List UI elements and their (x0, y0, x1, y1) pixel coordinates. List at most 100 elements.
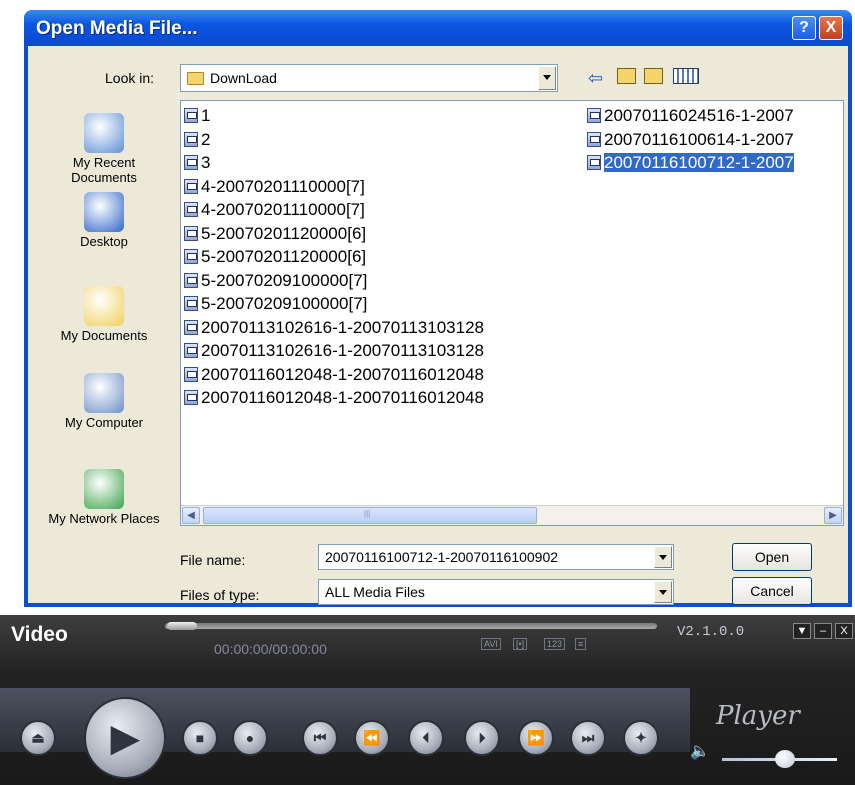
file-type-select[interactable]: ALL Media Files (318, 579, 674, 605)
stop-icon: ■ (195, 730, 205, 746)
up-folder-icon[interactable] (617, 68, 636, 84)
scroll-left-icon[interactable]: ◀ (182, 507, 200, 524)
avi-badge[interactable]: AVI (481, 638, 501, 650)
file-item[interactable]: 5-20070209100000[7] (184, 293, 367, 315)
last-button[interactable]: ⏭ (570, 720, 606, 756)
file-name: 20070113102616-1-20070113103128 (201, 341, 484, 360)
place-my-documents[interactable]: My Documents (28, 286, 180, 343)
volume-knob[interactable] (775, 750, 796, 768)
speaker-icon[interactable]: 🔈 (690, 741, 710, 761)
file-item[interactable]: 20070116100712-1-2007 (587, 152, 794, 174)
last-icon: ⏭ (581, 729, 595, 746)
file-name-label: File name: (180, 552, 246, 568)
eject-button[interactable]: ⏏ (20, 720, 56, 756)
file-name: 5-20070201120000[6] (201, 247, 367, 266)
fast-forward-icon: ⏩ (527, 729, 545, 746)
file-name: 20070116024516-1-2007 (604, 106, 794, 125)
place-label: My Network Places (48, 511, 160, 526)
play-icon: ▶ (111, 717, 139, 758)
chevron-down-icon[interactable] (538, 66, 556, 90)
file-name: 20070116012048-1-20070116012048 (201, 364, 484, 384)
desktop-icon (84, 192, 124, 232)
new-folder-icon[interactable] (644, 68, 663, 84)
stop-button[interactable]: ■ (182, 720, 218, 756)
media-file-icon (184, 131, 198, 147)
file-item[interactable]: 20070113102616-1-20070113103128 (184, 340, 484, 362)
media-player: Video 00:00:00/00:00:00 V2.1.0.0 ▼ – X A… (0, 615, 855, 785)
minimize-icon[interactable]: – (814, 623, 832, 639)
chevron-down-icon[interactable] (654, 581, 672, 603)
media-file-icon (184, 366, 198, 382)
look-in-select[interactable]: DownLoad (180, 64, 558, 92)
scroll-right-icon[interactable]: ▶ (824, 507, 842, 524)
media-file-icon (184, 202, 198, 217)
rewind-button[interactable]: ⏪ (354, 720, 390, 756)
file-name: 5-20070209100000[7] (201, 294, 368, 313)
media-file-icon (184, 225, 198, 241)
first-icon: ⏮ (313, 729, 327, 746)
media-file-icon (587, 131, 601, 147)
fast-forward-button[interactable]: ⏩ (518, 720, 554, 756)
view-menu-icon[interactable] (673, 68, 699, 84)
folder-icon (187, 72, 204, 85)
next-frame-icon: ⏵ (478, 729, 486, 746)
chevron-down-icon[interactable] (654, 546, 672, 568)
file-type-value: ALL Media Files (325, 584, 425, 600)
file-item[interactable]: 20070116100614-1-2007 (587, 129, 794, 151)
open-button[interactable]: Open (732, 543, 812, 571)
file-item[interactable]: 4-20070201110000[7] (184, 199, 365, 221)
title-bar[interactable]: Open Media File... ? X (24, 10, 852, 46)
file-item[interactable]: 5-20070201120000[6] (184, 246, 366, 268)
play-button[interactable]: ▶ (84, 697, 166, 779)
seek-knob[interactable] (167, 622, 197, 630)
seek-bar[interactable] (165, 623, 657, 629)
file-item[interactable]: 20070116012048-1-20070116012048 (184, 387, 484, 409)
my-computer-icon (84, 373, 124, 413)
file-item[interactable]: 4-20070201110000[7] (184, 176, 365, 198)
dialog-title: Open Media File... (36, 18, 198, 39)
media-file-icon (184, 272, 198, 288)
snapshot-icon: ✦ (635, 729, 647, 746)
file-type-label: Files of type: (180, 587, 260, 603)
media-file-icon (184, 296, 198, 311)
file-item[interactable]: 5-20070201120000[6] (184, 223, 366, 245)
file-item[interactable]: 2 (184, 129, 210, 151)
file-name-field[interactable]: 20070116100712-1-20070116100902 (318, 544, 674, 570)
file-name: 3 (201, 153, 211, 172)
cancel-button[interactable]: Cancel (732, 577, 812, 605)
counter-badge[interactable]: 123 (544, 638, 566, 650)
file-item[interactable]: 20070113102616-1-20070113103128 (184, 317, 484, 339)
place-label: My Computer (64, 415, 144, 430)
media-file-icon (184, 249, 198, 264)
file-name: 4-20070201110000[7] (201, 176, 365, 196)
help-button[interactable]: ? (792, 16, 816, 40)
close-icon[interactable]: X (835, 623, 853, 639)
place-network-places[interactable]: My Network Places (28, 469, 180, 526)
close-button[interactable]: X (819, 16, 843, 40)
file-list[interactable]: 1 2 3 4-20070201110000[7] 4-20070201110000[7… (180, 100, 844, 526)
place-label: Desktop (80, 234, 128, 249)
back-arrow-icon[interactable]: ⇦ (588, 68, 603, 89)
horizontal-scrollbar[interactable]: ◀ ▶ (181, 505, 843, 525)
file-item[interactable]: 5-20070209100000[7] (184, 270, 367, 292)
place-label: My Recent Documents (71, 155, 137, 185)
place-recent-documents[interactable]: My Recent Documents (28, 113, 180, 185)
file-item[interactable]: 20070116012048-1-20070116012048 (184, 364, 484, 386)
menu-down-icon[interactable]: ▼ (793, 623, 811, 639)
first-button[interactable]: ⏮ (302, 720, 338, 756)
dialog-body: Look in: DownLoad ⇦ My Recent Documents D… (28, 46, 848, 605)
prev-frame-button[interactable]: ⏴ (408, 720, 444, 756)
playlist-icon[interactable]: ≡ (575, 638, 587, 650)
prev-frame-icon: ⏴ (422, 729, 430, 746)
place-desktop[interactable]: Desktop (28, 192, 180, 249)
fullscreen-badge[interactable]: [•] (513, 638, 528, 650)
snapshot-button[interactable]: ✦ (623, 720, 659, 756)
record-button[interactable]: ● (232, 720, 268, 756)
file-item[interactable]: 3 (184, 152, 210, 174)
file-item[interactable]: 1 (184, 105, 210, 127)
next-frame-button[interactable]: ⏵ (464, 720, 500, 756)
file-item[interactable]: 20070116024516-1-2007 (587, 105, 794, 127)
place-my-computer[interactable]: My Computer (28, 373, 180, 430)
scroll-thumb[interactable] (203, 507, 537, 524)
media-file-icon (184, 390, 198, 405)
